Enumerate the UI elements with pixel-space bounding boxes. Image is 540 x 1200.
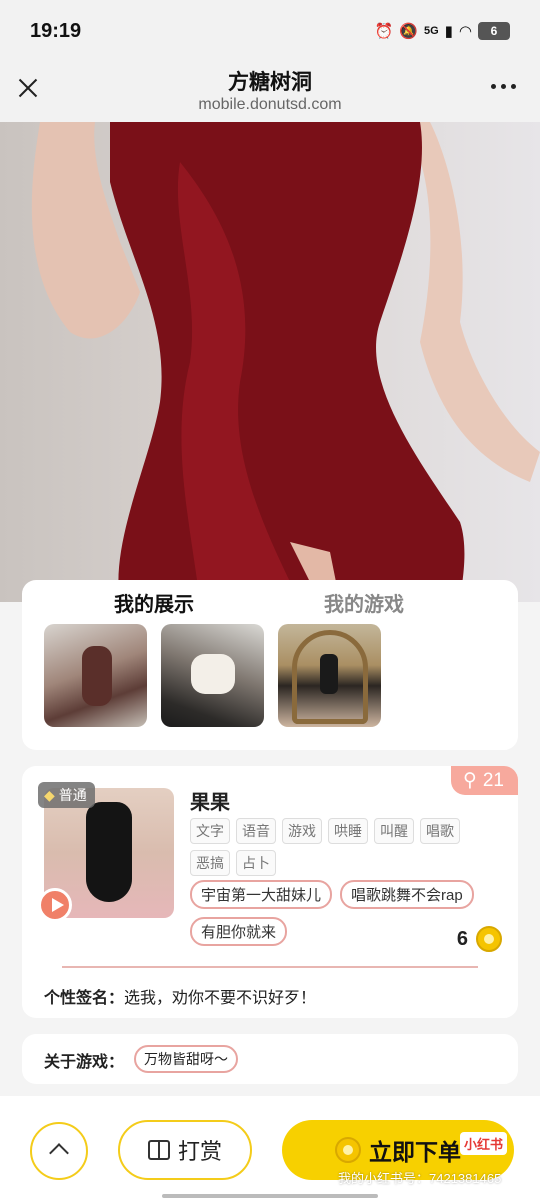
service-tag: 游戏 [282,818,322,844]
signature: 个性签名：选我，劝你不要不识好歹！ [44,984,316,1008]
reward-label: 打赏 [177,1139,222,1164]
about-value: 万物皆甜呀～ [134,1045,238,1073]
signal-icon: ▮ [444,23,453,40]
status-time: 19:19 [30,20,82,42]
service-tag: 语音 [236,818,276,844]
gift-counter: 6 [457,926,502,952]
personality-pills: 宇宙第一大甜妹儿 唱歌跳舞不会rap 有胆你就来 [190,880,480,946]
voice-play-button[interactable] [38,888,72,922]
views-badge: ⚲ 21 [450,766,518,795]
about-label: 关于游戏： [44,1054,125,1071]
level-label: 普通 [58,787,87,803]
personality-pill: 唱歌跳舞不会rap [340,880,474,909]
service-tag: 恶搞 [190,850,230,876]
order-label: 立即下单 [369,1139,461,1165]
coin-icon [476,926,502,952]
hero-photo [0,122,540,602]
page-url: mobile.donutsd.com [198,96,342,113]
views-count: 21 [482,769,504,791]
watermark: 我的小红书号：7421381465 [338,1171,502,1186]
diamond-icon: ◆ [44,786,55,803]
level-badge: ◆ 普通 [38,782,95,808]
divider [62,966,478,968]
tab-my-games[interactable]: 我的游戏 [324,588,404,617]
service-tag: 占卜 [236,850,276,876]
home-indicator[interactable] [162,1194,378,1198]
service-tag: 叫醒 [374,818,414,844]
showcase-thumbnails [44,624,381,727]
more-icon[interactable] [491,84,516,89]
battery-icon: 6 [478,22,510,40]
nav-bar: 方糖树洞 mobile.donutsd.com [0,62,540,122]
status-bar: 19:19 ⏰ 🔕 5G ▮ ◠ 6 [0,0,540,62]
bottom-action-bar: 打赏 立即下单 小红书 我的小红书号：7421381465 [0,1096,540,1200]
reward-button[interactable]: 打赏 [118,1120,252,1180]
personality-pill: 有胆你就来 [190,917,288,946]
signature-label: 个性签名： [44,990,125,1007]
network-label: 5G [423,25,439,37]
service-tag: 唱歌 [420,818,460,844]
profile-card[interactable]: ⚲ 21 ◆ 普通 果果 文字 语音 游戏 哄睡 叫醒 唱歌 恶搞 占卜 宇宙第… [22,766,518,1018]
search-icon: ⚲ [462,770,477,791]
gift-count: 6 [456,927,468,950]
wifi-icon: ◠ [458,23,472,40]
showcase-card: 我的展示 我的游戏 [22,580,518,750]
avatar-figure [86,802,132,902]
scroll-top-button[interactable] [30,1122,88,1180]
gift-icon [147,1140,170,1160]
showcase-photo[interactable] [161,624,264,727]
alarm-icon: ⏰ [374,23,394,40]
mute-icon: 🔕 [399,23,418,40]
about-game-card: 关于游戏： 万物皆甜呀～ [22,1034,518,1084]
coin-icon [335,1137,361,1163]
status-icons: ⏰ 🔕 5G ▮ ◠ 6 [375,22,510,40]
showcase-photo[interactable] [44,624,147,727]
service-tag: 哄睡 [328,818,368,844]
xiaohongshu-badge: 小红书 [460,1132,508,1155]
service-tag: 文字 [190,818,230,844]
hero-illustration [31,122,540,602]
tab-my-showcase[interactable]: 我的展示 [96,588,208,617]
signature-text: 选我，劝你不要不识好歹！ [124,990,317,1007]
service-tags: 文字 语音 游戏 哄睡 叫醒 唱歌 恶搞 占卜 [190,818,480,876]
profile-name: 果果 [190,792,230,814]
showcase-photo[interactable] [278,624,381,727]
page-title: 方糖树洞 [228,71,312,94]
personality-pill: 宇宙第一大甜妹儿 [190,880,333,909]
